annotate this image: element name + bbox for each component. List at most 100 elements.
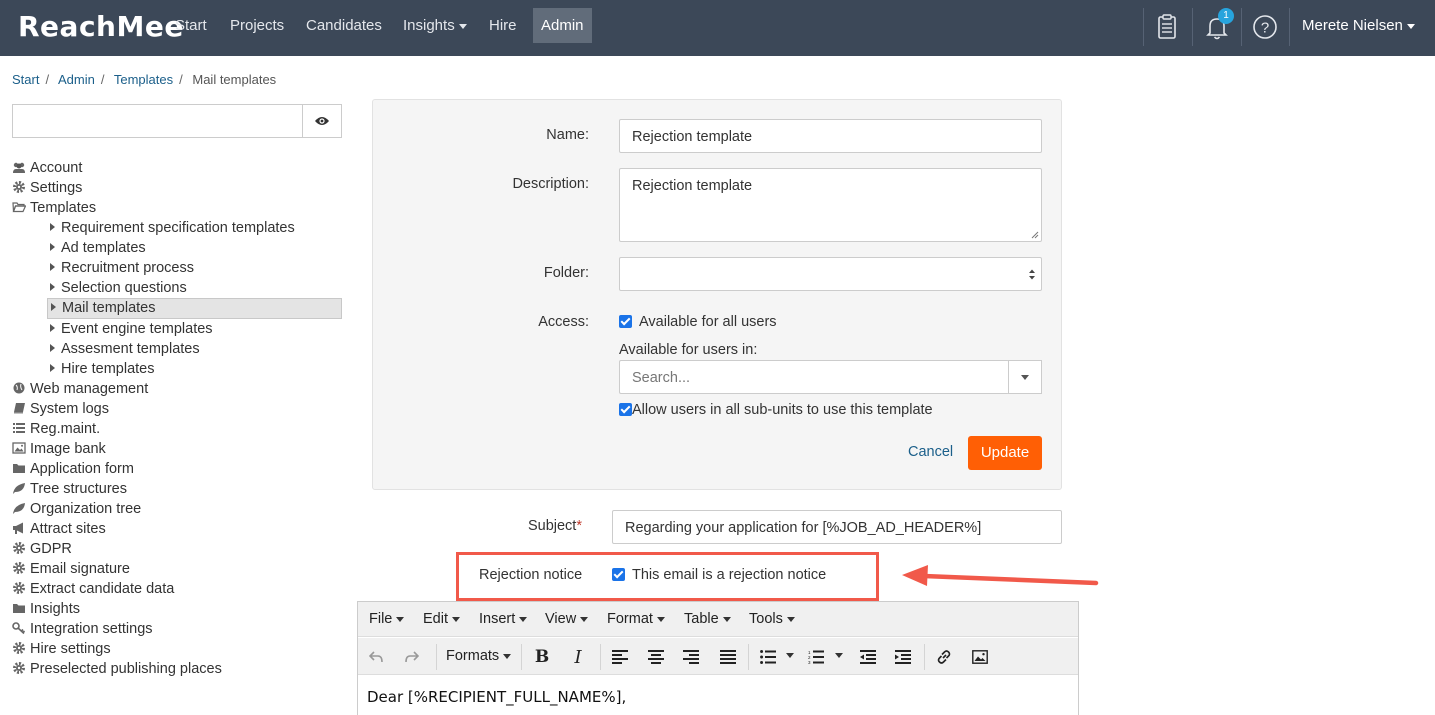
nav-start[interactable]: Start [167, 8, 215, 43]
sidebar-item-event-engine-templates[interactable]: Event engine templates [12, 319, 342, 339]
allow-subunits-option[interactable]: Allow users in all sub-units to use this… [619, 402, 933, 418]
sidebar-item-organization-tree[interactable]: Organization tree [12, 499, 342, 519]
user-menu[interactable]: Merete Nielsen [1302, 8, 1415, 43]
sidebar-item-selection-questions[interactable]: Selection questions [12, 278, 342, 298]
outdent-button[interactable] [858, 647, 878, 667]
bullet-list-button[interactable] [758, 647, 778, 667]
sidebar-item-label: Integration settings [30, 621, 153, 637]
sidebar-item-label: Mail templates [62, 300, 156, 316]
editor-menu-format[interactable]: Format [607, 611, 665, 627]
app-logo[interactable]: ReachMee [18, 10, 184, 43]
sidebar-item-requirement-spec-templates[interactable]: Requirement specification templates [12, 218, 342, 238]
notification-badge: 1 [1218, 8, 1234, 24]
editor-menu-file[interactable]: File [369, 611, 405, 627]
sidebar-item-templates[interactable]: Templates [12, 198, 342, 218]
sidebar-item-mail-templates[interactable]: Mail templates [47, 298, 342, 319]
numbered-list-button[interactable]: 123 [806, 647, 826, 667]
sidebar-item-hire-settings[interactable]: Hire settings [12, 639, 342, 659]
sidebar-item-ad-templates[interactable]: Ad templates [12, 238, 342, 258]
insert-image-button[interactable] [970, 647, 990, 667]
sidebar-item-integration-settings[interactable]: Integration settings [12, 619, 342, 639]
key-icon [12, 622, 26, 635]
sidebar-search-button[interactable] [302, 104, 342, 138]
editor-menu-view[interactable]: View [545, 611, 589, 627]
resize-handle-icon[interactable] [1031, 231, 1039, 239]
nav-admin[interactable]: Admin [533, 8, 592, 43]
users-search-input[interactable]: Search... [619, 360, 1009, 394]
sidebar-item-tree-structures[interactable]: Tree structures [12, 479, 342, 499]
folder-select[interactable] [619, 257, 1042, 291]
chevron-down-icon [1406, 23, 1415, 29]
users-search-dropdown-button[interactable] [1008, 360, 1042, 394]
undo-button[interactable] [366, 647, 386, 667]
sidebar-item-hire-templates[interactable]: Hire templates [12, 359, 342, 379]
sidebar-item-application-form[interactable]: Application form [12, 459, 342, 479]
available-all-users-checkbox[interactable] [619, 315, 632, 328]
sidebar-item-attract-sites[interactable]: Attract sites [12, 519, 342, 539]
align-justify-button[interactable] [718, 647, 738, 667]
caret-right-icon [50, 243, 55, 251]
breadcrumb-start[interactable]: Start [12, 72, 39, 87]
nav-projects[interactable]: Projects [222, 8, 292, 43]
update-button[interactable]: Update [968, 436, 1042, 470]
nav-insights[interactable]: Insights [395, 8, 475, 43]
redo-button[interactable] [402, 647, 422, 667]
access-label: Access: [538, 314, 589, 330]
eye-icon [315, 117, 329, 125]
sidebar-item-settings[interactable]: Settings [12, 178, 342, 198]
indent-button[interactable] [893, 647, 913, 667]
sidebar-item-email-signature[interactable]: Email signature [12, 559, 342, 579]
editor-content[interactable]: Dear [%RECIPIENT_FULL_NAME%], [367, 688, 626, 706]
sidebar-item-label: Templates [30, 200, 97, 216]
breadcrumb-templates[interactable]: Templates [114, 72, 173, 87]
toolbar-divider [521, 644, 522, 670]
sidebar-item-label: Email signature [30, 561, 130, 577]
editor-menu-label: Table [684, 611, 719, 627]
italic-icon[interactable]: I [568, 647, 588, 668]
clipboard-icon[interactable] [1152, 12, 1182, 42]
globe-icon [13, 382, 25, 394]
align-left-button[interactable] [610, 647, 630, 667]
leaf-icon [13, 503, 25, 514]
name-input[interactable]: Rejection template [619, 119, 1042, 153]
sidebar-item-insights[interactable]: Insights [12, 599, 342, 619]
nav-hire[interactable]: Hire [481, 8, 525, 43]
help-icon[interactable]: ? [1250, 12, 1280, 42]
align-right-icon [683, 650, 699, 664]
svg-text:3: 3 [808, 660, 811, 664]
align-right-button[interactable] [681, 647, 701, 667]
align-justify-icon [720, 650, 736, 664]
top-navbar: ReachMee Start Projects Candidates Insig… [0, 0, 1435, 56]
description-textarea[interactable]: Rejection template [619, 168, 1042, 242]
sidebar-item-system-logs[interactable]: System logs [12, 399, 342, 419]
allow-subunits-checkbox[interactable] [619, 403, 632, 416]
chevron-down-icon[interactable] [786, 653, 794, 658]
formats-dropdown[interactable]: Formats [446, 648, 512, 664]
bold-icon[interactable]: B [532, 647, 552, 667]
breadcrumb-current: Mail templates [192, 72, 277, 87]
sidebar-item-account[interactable]: Account [12, 158, 342, 178]
cancel-button[interactable]: Cancel [908, 444, 953, 460]
sidebar-item-extract-candidate-data[interactable]: Extract candidate data [12, 579, 342, 599]
nav-candidates[interactable]: Candidates [298, 8, 390, 43]
highlight-box [456, 552, 879, 601]
sidebar-item-image-bank[interactable]: Image bank [12, 439, 342, 459]
chevron-down-icon[interactable] [835, 653, 843, 658]
sidebar-item-gdpr[interactable]: GDPR [12, 539, 342, 559]
align-center-button[interactable] [646, 647, 666, 667]
editor-menu-label: Tools [749, 611, 783, 627]
sidebar-item-reg-maint[interactable]: Reg.maint. [12, 419, 342, 439]
editor-menu-insert[interactable]: Insert [479, 611, 528, 627]
insert-link-button[interactable] [934, 647, 954, 667]
sidebar-item-preselected-publishing-places[interactable]: Preselected publishing places [12, 659, 342, 679]
sidebar-search-input[interactable] [12, 104, 303, 138]
available-all-users-option[interactable]: Available for all users [619, 314, 777, 330]
editor-menu-tools[interactable]: Tools [749, 611, 795, 627]
sidebar-item-recruitment-process[interactable]: Recruitment process [12, 258, 342, 278]
breadcrumb-admin[interactable]: Admin [58, 72, 95, 87]
sidebar-item-assesment-templates[interactable]: Assesment templates [12, 339, 342, 359]
subject-input[interactable]: Regarding your application for [%JOB_AD_… [612, 510, 1062, 544]
sidebar-item-web-management[interactable]: Web management [12, 379, 342, 399]
editor-menu-edit[interactable]: Edit [423, 611, 460, 627]
editor-menu-table[interactable]: Table [684, 611, 731, 627]
